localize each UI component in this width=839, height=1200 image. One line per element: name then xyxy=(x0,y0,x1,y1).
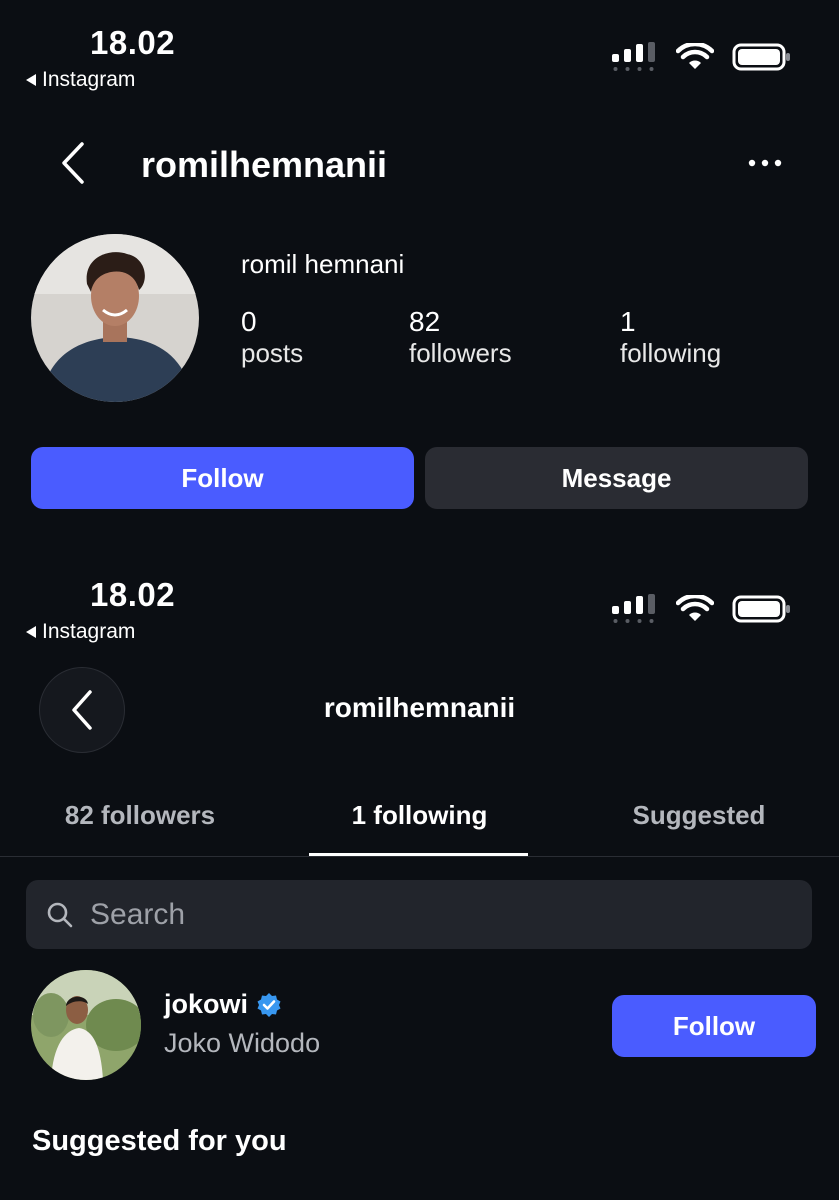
avatar-photo xyxy=(31,970,141,1080)
stat-value: 0 xyxy=(241,306,257,337)
display-name: romil hemnani xyxy=(241,249,405,279)
avatar[interactable] xyxy=(31,970,141,1080)
stat-value: 82 xyxy=(409,306,441,337)
back-triangle-icon xyxy=(26,626,36,638)
signal-icon xyxy=(612,42,655,71)
status-icons xyxy=(612,42,792,72)
signal-icon xyxy=(612,594,655,623)
stat-label: posts xyxy=(241,338,304,368)
status-icons xyxy=(612,594,792,624)
back-app-label: Instagram xyxy=(42,68,136,91)
battery-icon xyxy=(732,43,790,71)
stat-posts[interactable]: 0 posts xyxy=(241,306,303,369)
stat-label: followers xyxy=(409,338,512,368)
back-to-app[interactable]: Instagram xyxy=(26,68,135,92)
search-input[interactable]: Search xyxy=(26,880,812,949)
tab-suggested[interactable]: Suggested xyxy=(559,800,839,831)
follow-button[interactable]: Follow xyxy=(31,447,414,509)
avatar[interactable] xyxy=(31,234,199,402)
follow-button[interactable]: Follow xyxy=(612,995,816,1057)
list-item-username: jokowi xyxy=(164,989,249,1019)
page-title: romilhemnanii xyxy=(323,692,516,723)
status-time: 18.02 xyxy=(90,576,176,613)
avatar-photo xyxy=(31,234,199,402)
tab-following[interactable]: 1 following xyxy=(280,800,559,831)
message-button[interactable]: Message xyxy=(425,447,808,509)
wifi-icon xyxy=(676,43,714,69)
more-horizontal-icon[interactable] xyxy=(748,158,782,168)
search-placeholder: Search xyxy=(90,897,186,931)
status-time: 18.02 xyxy=(90,24,176,61)
back-app-label: Instagram xyxy=(42,620,136,643)
wifi-icon xyxy=(676,595,714,621)
verified-badge-icon xyxy=(257,992,281,1017)
back-to-app[interactable]: Instagram xyxy=(26,620,135,644)
stat-value: 1 xyxy=(620,306,636,337)
list-item-fullname: Joko Widodo xyxy=(164,1028,321,1058)
list-item[interactable]: jokowi xyxy=(164,989,282,1020)
back-triangle-icon xyxy=(26,74,36,86)
section-title: Suggested for you xyxy=(32,1125,287,1157)
stat-following[interactable]: 1 following xyxy=(620,306,721,369)
search-icon xyxy=(47,902,73,927)
page-title: romilhemnanii xyxy=(141,144,388,185)
tab-followers[interactable]: 82 followers xyxy=(0,800,280,831)
stat-label: following xyxy=(620,338,722,368)
back-chevron-icon[interactable] xyxy=(58,140,88,186)
battery-icon xyxy=(732,595,790,623)
divider xyxy=(0,856,839,857)
stat-followers[interactable]: 82 followers xyxy=(409,306,512,369)
